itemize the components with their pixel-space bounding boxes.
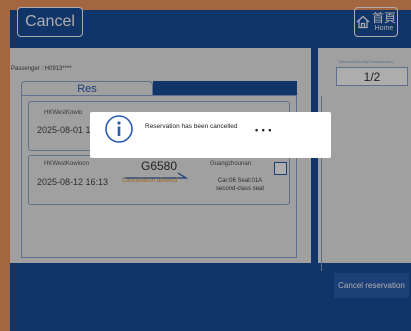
- dialog-message: Reservation has been cancelled: [145, 123, 238, 130]
- info-icon: [105, 115, 133, 143]
- modal-overlay: [0, 0, 411, 331]
- loading-dots: • • •: [255, 125, 272, 135]
